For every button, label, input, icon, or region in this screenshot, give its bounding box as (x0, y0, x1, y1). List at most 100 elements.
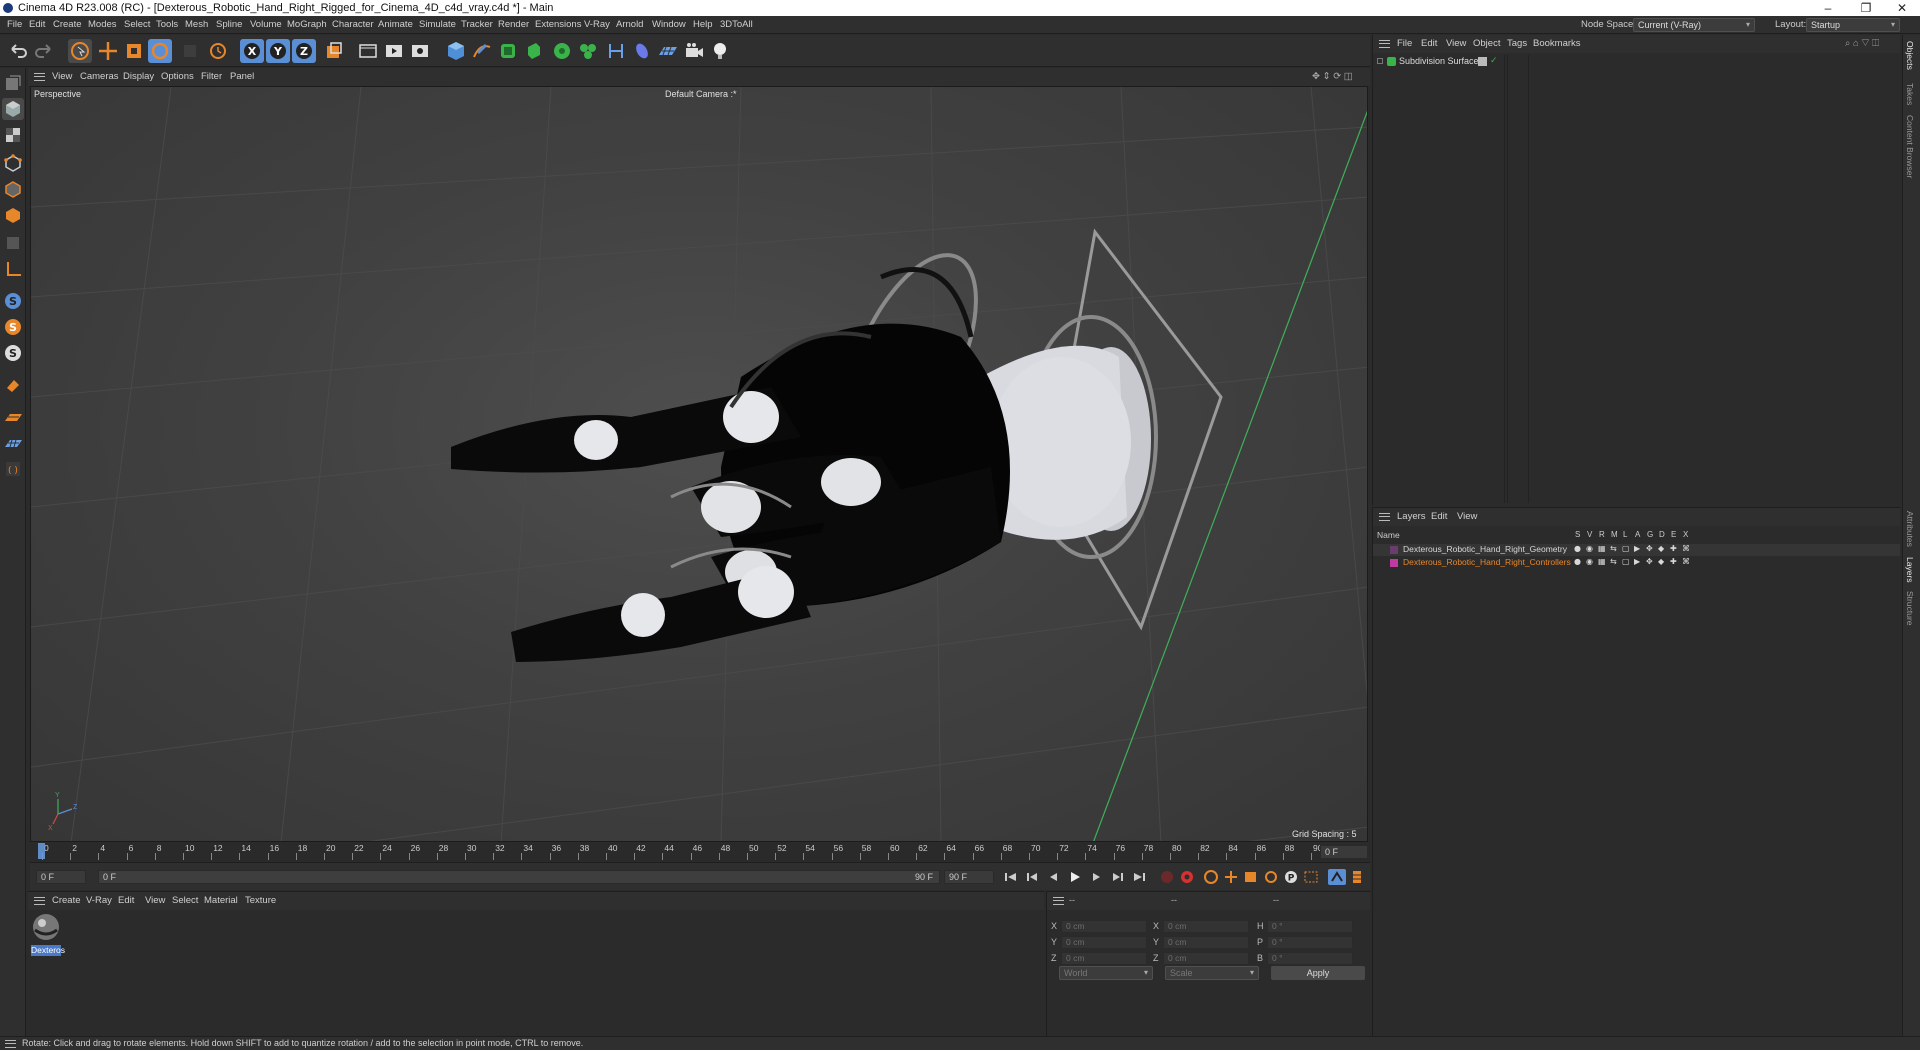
key-position-icon[interactable] (1222, 869, 1240, 885)
menu-create[interactable]: Create (53, 16, 82, 34)
current-frame-field[interactable]: 0 F (1320, 845, 1368, 859)
placeholder-tool[interactable] (178, 39, 202, 63)
timeline-ruler[interactable]: 0 2 4 6 8 10 12 14 16 18 20 22 24 26 28 30 32 34 36 38 40 42 4… (30, 843, 1370, 861)
z-axis-lock-button[interactable]: Z (292, 39, 316, 63)
menu-mesh[interactable]: Mesh (185, 16, 208, 34)
menu-edit[interactable]: Edit (29, 16, 45, 34)
visible-eye-icon[interactable]: ◉ (1586, 557, 1593, 566)
render-icon[interactable]: ▦ (1598, 544, 1606, 553)
play-icon[interactable] (1066, 869, 1084, 885)
workplane-icon[interactable] (2, 406, 24, 428)
coordinate-value-field[interactable]: 0 cm (1163, 920, 1249, 933)
snap-toggle-icon[interactable]: S (2, 290, 24, 312)
timeline-layout-icon[interactable] (1348, 869, 1366, 885)
workplane-snap-icon[interactable]: S (2, 342, 24, 364)
viewport-menu-filter[interactable]: Filter (201, 68, 222, 86)
go-to-start-icon[interactable] (1002, 869, 1020, 885)
material-swatch[interactable]: Dexteros (31, 912, 65, 956)
viewport-navigation-icons[interactable]: ✥ ⇕ ⟳ ◫ (1312, 68, 1353, 86)
frame-range-slider[interactable]: 0 F 90 F (98, 870, 940, 884)
layer-row[interactable]: Dexterous_Robotic_Hand_Right_Geometry ● ◉ ▦… (1373, 544, 1900, 556)
layout-dropdown[interactable]: Startup ▾ (1806, 18, 1900, 32)
objects-menu-file[interactable]: File (1397, 35, 1412, 53)
redo-button[interactable] (32, 39, 56, 63)
scale-tool[interactable] (122, 39, 146, 63)
extrude-generator-icon[interactable] (522, 39, 546, 63)
locked-workplane-icon[interactable] (2, 432, 24, 454)
start-frame-field[interactable]: 0 F (36, 870, 86, 884)
edges-mode-icon[interactable] (2, 178, 24, 200)
material-menu-select[interactable]: Select (172, 892, 198, 910)
render-icon[interactable]: ▦ (1598, 557, 1606, 566)
coordinates-menu-icon[interactable] (1053, 897, 1064, 905)
field-icon[interactable] (604, 39, 628, 63)
animation-icon[interactable]: ▶ (1634, 557, 1640, 566)
coordinate-value-field[interactable]: 0 cm (1163, 952, 1249, 965)
render-view-icon[interactable] (382, 39, 406, 63)
solo-mode-icon[interactable]: ( ) (2, 458, 24, 480)
layers-menu-layers[interactable]: Layers (1397, 508, 1426, 526)
coordinate-value-field[interactable]: 0 ° (1267, 952, 1353, 965)
coordinate-system-dropdown[interactable]: World ▾ (1059, 966, 1153, 980)
previous-frame-icon[interactable] (1044, 869, 1062, 885)
layer-color-swatch[interactable] (1390, 559, 1398, 567)
tab-content-browser[interactable]: Content Browser (1905, 115, 1915, 178)
size-mode-dropdown[interactable]: Scale ▾ (1165, 966, 1259, 980)
go-to-end-icon[interactable] (1130, 869, 1148, 885)
xref-icon[interactable]: ⌘ (1682, 557, 1690, 566)
key-pla-icon[interactable] (1302, 869, 1320, 885)
menu-select[interactable]: Select (124, 16, 150, 34)
texture-mode-icon[interactable] (2, 124, 24, 146)
expressions-icon[interactable]: ✚ (1670, 557, 1677, 566)
live-selection-tool[interactable] (68, 39, 92, 63)
x-axis-lock-button[interactable]: X (240, 39, 264, 63)
tab-structure[interactable]: Structure (1905, 591, 1915, 626)
coordinate-system-button[interactable] (322, 39, 346, 63)
menu-file[interactable]: File (7, 16, 22, 34)
render-settings-icon[interactable] (408, 39, 432, 63)
coordinate-value-field[interactable]: 0 cm (1061, 952, 1147, 965)
make-editable-icon[interactable] (2, 72, 24, 94)
deformer-icon[interactable] (576, 39, 600, 63)
next-keyframe-icon[interactable] (1108, 869, 1126, 885)
apply-button[interactable]: Apply (1271, 966, 1365, 980)
status-menu-icon[interactable] (5, 1040, 16, 1048)
viewport-menu-cameras[interactable]: Cameras (80, 68, 119, 86)
menu-animate[interactable]: Animate (378, 16, 413, 34)
tab-objects[interactable]: Objects (1905, 41, 1915, 70)
minimize-button[interactable]: – (1808, 0, 1848, 16)
polygons-mode-icon[interactable] (2, 204, 24, 226)
pen-spline-icon[interactable] (470, 39, 494, 63)
previous-keyframe-icon[interactable] (1024, 869, 1042, 885)
menu-mograph[interactable]: MoGraph (287, 16, 327, 34)
next-frame-icon[interactable] (1088, 869, 1106, 885)
coordinate-value-field[interactable]: 0 ° (1267, 936, 1353, 949)
axis-mode-icon[interactable] (2, 258, 24, 280)
visible-eye-icon[interactable]: ◉ (1586, 544, 1593, 553)
menu-render[interactable]: Render (498, 16, 529, 34)
menu-window[interactable]: Window (652, 16, 686, 34)
menu-character[interactable]: Character (332, 16, 374, 34)
objects-menu-object[interactable]: Object (1473, 35, 1500, 53)
expand-icon[interactable] (1377, 58, 1383, 64)
snap-settings-icon[interactable]: S (2, 316, 24, 338)
locked-icon[interactable]: ▢ (1622, 557, 1630, 566)
restore-button[interactable]: ❐ (1846, 0, 1886, 16)
perspective-viewport[interactable]: Perspective Default Camera :* Grid Spaci… (30, 86, 1368, 842)
close-button[interactable]: ✕ (1882, 0, 1920, 16)
tab-attributes[interactable]: Attributes (1905, 511, 1915, 547)
record-active-icon[interactable] (1158, 869, 1176, 885)
viewport-menu-view[interactable]: View (52, 68, 72, 86)
render-region-icon[interactable] (356, 39, 380, 63)
mograph-cloner-icon[interactable] (550, 39, 574, 63)
undo-button[interactable] (6, 39, 30, 63)
material-menu-icon[interactable] (34, 897, 45, 905)
menu-extensions[interactable]: Extensions (535, 16, 581, 34)
layers-menu-icon[interactable] (1379, 513, 1390, 521)
light-icon[interactable] (708, 39, 732, 63)
key-parameter-icon[interactable]: P (1282, 869, 1300, 885)
generators-icon[interactable]: ✥ (1646, 557, 1653, 566)
menu-arnold[interactable]: Arnold (616, 16, 643, 34)
layer-row[interactable]: Dexterous_Robotic_Hand_Right_Controllers… (1373, 557, 1900, 569)
enabled-check-icon[interactable]: ✓ (1490, 56, 1498, 66)
